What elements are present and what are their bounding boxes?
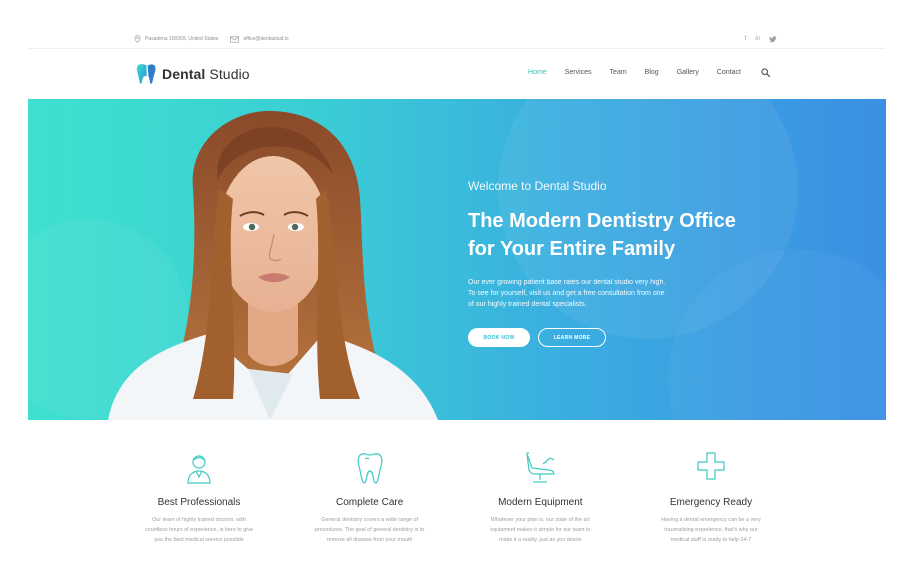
hero-content: Welcome to Dental Studio The Modern Dent…	[468, 179, 788, 347]
tooth-logo-icon	[136, 64, 156, 84]
linkedin-icon[interactable]: in	[755, 36, 760, 42]
feature-emergency-ready: Emergency Ready Having a dental emergenc…	[637, 452, 785, 545]
site-header: Dental Studio Home Services Team Blog Ga…	[0, 49, 901, 99]
logo-text: Dental Studio	[162, 66, 250, 82]
location-pin-icon	[134, 35, 141, 43]
dental-chair-icon	[526, 452, 555, 483]
feature-description: Having a dental emergency can be a very …	[661, 517, 761, 543]
main-navigation: Home Services Team Blog Gallery Contact	[510, 68, 770, 77]
feature-modern-equipment: Modern Equipment Whatever your plan is, …	[466, 452, 614, 545]
nav-item-team[interactable]: Team	[610, 69, 627, 76]
email-link[interactable]: office@dentalstud.io	[243, 36, 288, 42]
feature-title: Best Professionals	[157, 497, 241, 508]
search-icon	[761, 68, 770, 77]
dentist-portrait-image	[108, 110, 438, 420]
feature-description: Whatever your plan is, our state of the …	[490, 517, 591, 543]
doctor-icon	[187, 455, 211, 484]
facebook-icon[interactable]: f	[745, 36, 747, 42]
site-logo[interactable]: Dental Studio	[136, 63, 250, 85]
social-links: f in	[745, 35, 777, 43]
hero-banner: Welcome to Dental Studio The Modern Dent…	[28, 99, 886, 420]
nav-item-services[interactable]: Services	[565, 69, 592, 76]
email-info[interactable]: office@dentalstud.io	[230, 35, 289, 43]
nav-item-home[interactable]: Home	[528, 69, 547, 76]
top-info-bar: Pasadena 100269, United States office@de…	[0, 0, 901, 48]
address-info: Pasadena 100269, United States	[134, 35, 218, 43]
feature-title: Complete Care	[336, 497, 404, 508]
nav-item-contact[interactable]: Contact	[717, 69, 741, 76]
feature-title: Modern Equipment	[498, 497, 583, 508]
feature-title: Emergency Ready	[669, 497, 753, 508]
envelope-icon	[230, 35, 240, 43]
features-section: Best Professionals Our team of highly tr…	[125, 452, 785, 545]
learn-more-button[interactable]: Learn More	[538, 328, 606, 347]
feature-description: General dentistry covers a wide range of…	[314, 517, 425, 543]
hero-title: The Modern Dentistry Office for Your Ent…	[468, 210, 736, 260]
twitter-icon[interactable]	[769, 35, 777, 43]
feature-complete-care: Complete Care General dentistry covers a…	[296, 452, 444, 545]
nav-item-gallery[interactable]: Gallery	[677, 69, 699, 76]
medical-cross-icon	[697, 452, 725, 480]
hero-kicker: Welcome to Dental Studio	[468, 179, 607, 193]
book-now-button[interactable]: Book Now	[468, 328, 530, 347]
tooth-icon	[357, 453, 383, 484]
feature-best-professionals: Best Professionals Our team of highly tr…	[125, 452, 273, 545]
feature-description: Our team of highly trained doctors, with…	[144, 517, 254, 543]
address-text: Pasadena 100269, United States	[145, 36, 219, 42]
search-button[interactable]	[761, 68, 770, 77]
hero-description: Our ever growing patient base rates our …	[468, 279, 666, 308]
nav-item-blog[interactable]: Blog	[645, 69, 659, 76]
hero-buttons: Book Now Learn More	[468, 328, 788, 347]
